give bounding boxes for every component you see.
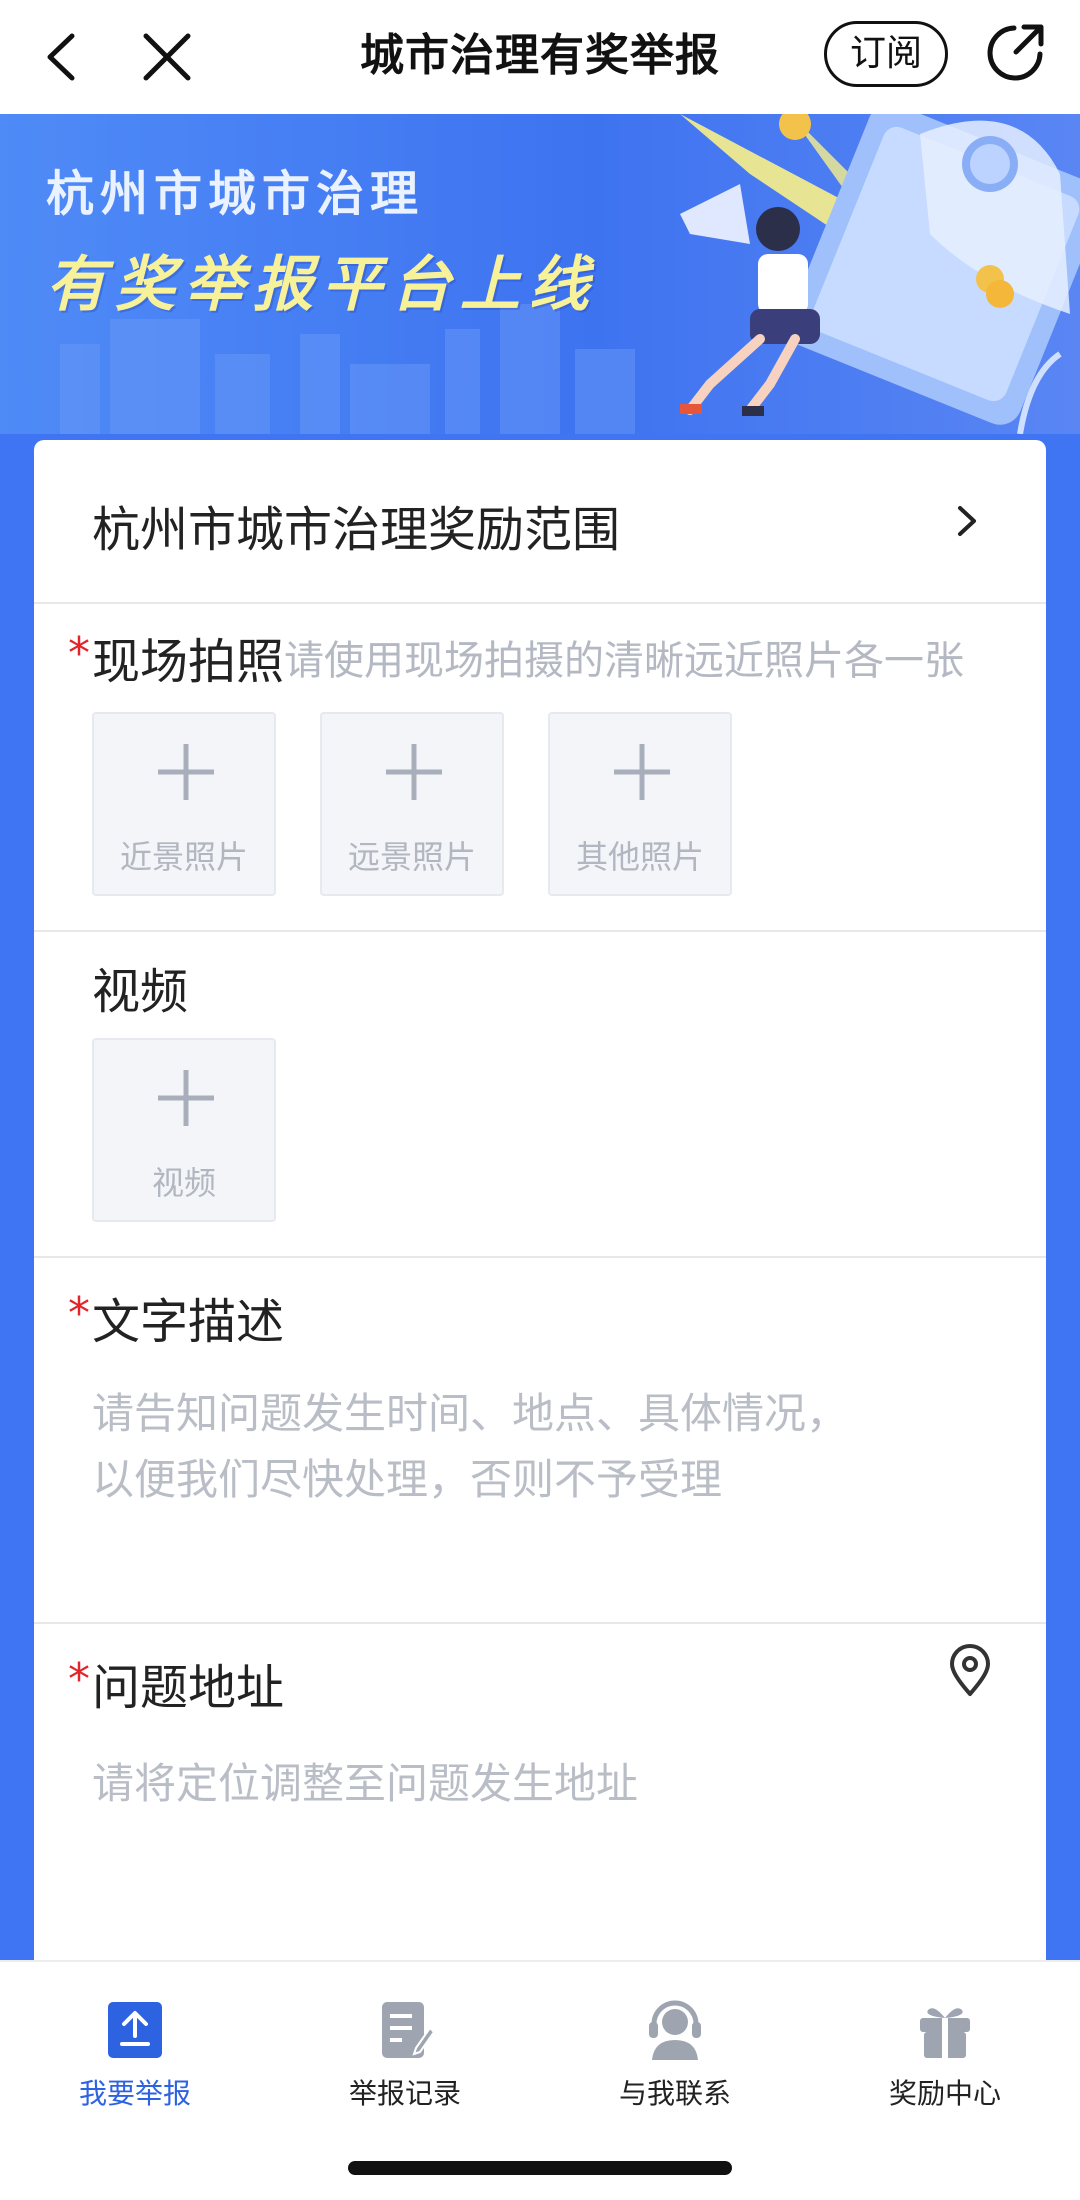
required-mark: * [68,1654,90,1705]
video-section: 视频 视频 [34,932,1046,1258]
upload-label: 远景照片 [347,838,476,876]
share-icon [987,24,1044,81]
banner-headline: 杭州市城市治理 [46,166,425,222]
close-icon [143,33,191,81]
location-pin-icon[interactable] [946,1644,994,1698]
close-button[interactable] [132,22,202,92]
reward-scope-label: 杭州市城市治理奖励范围 [92,502,621,558]
address-placeholder: 请将定位调整至问题发生地址 [92,1759,639,1808]
tab-contact[interactable]: 与我联系 [540,1976,810,2126]
headset-icon [649,2000,701,2060]
subscribe-button[interactable]: 订阅 [824,21,948,87]
upload-distant-photo[interactable]: 远景照片 [320,712,504,896]
upload-icon [108,2002,162,2058]
tab-label: 我要举报 [78,2077,191,2110]
required-mark: * [68,628,90,679]
plus-icon [158,1070,214,1126]
reward-scope-row[interactable]: 杭州市城市治理奖励范围 [34,440,1046,604]
upload-video[interactable]: 视频 [92,1038,276,1222]
address-section[interactable]: * 问题地址 请将定位调整至问题发生地址 [34,1624,1046,1960]
description-placeholder-line1: 请告知问题发生时间、地点、具体情况， [92,1389,849,1438]
upload-other-photo[interactable]: 其他照片 [548,712,732,896]
photo-section: * 现场拍照 请使用现场拍摄的清晰远近照片各一张 近景照片 远景照片 其他照片 [34,604,1046,932]
photo-hint: 请使用现场拍摄的清晰远近照片各一张 [284,638,964,684]
document-icon [382,2002,434,2058]
home-indicator [348,2161,732,2175]
address-title: 问题地址 [92,1660,285,1716]
tab-label: 与我联系 [618,2077,731,2110]
required-mark: * [68,1288,90,1339]
upload-label: 其他照片 [575,838,704,876]
upload-label: 视频 [151,1164,216,1202]
chevron-right-icon [958,506,976,536]
share-button[interactable] [980,18,1050,88]
promo-banner[interactable]: 杭州市城市治理 有奖举报平台上线 [0,114,1080,434]
tab-report[interactable]: 我要举报 [0,1976,270,2126]
report-form-card: 杭州市城市治理奖励范围 * 现场拍照 请使用现场拍摄的清晰远近照片各一张 近景照… [34,440,1046,1960]
page: 城市治理有奖举报 订阅 杭州市城市治理 有奖举报平台上线 杭州市城市治理奖励范围… [0,0,1080,2200]
video-title: 视频 [92,964,189,1020]
plus-icon [158,744,214,800]
photo-title: 现场拍照 [92,634,285,690]
plus-icon [614,744,670,800]
gift-icon [920,2008,970,2058]
upload-label: 近景照片 [119,838,248,876]
page-title: 城市治理有奖举报 [360,30,720,81]
tab-label: 举报记录 [348,2077,461,2110]
banner-subheadline: 有奖举报平台上线 [46,250,598,320]
description-section[interactable]: * 文字描述 请告知问题发生时间、地点、具体情况， 以便我们尽快处理，否则不予受… [34,1258,1046,1624]
tab-rewards[interactable]: 奖励中心 [810,1976,1080,2126]
tab-records[interactable]: 举报记录 [270,1976,540,2126]
chevron-left-icon [47,33,75,81]
plus-icon [386,744,442,800]
back-button[interactable] [28,22,98,92]
description-title: 文字描述 [92,1294,285,1350]
description-placeholder-line2: 以便我们尽快处理，否则不予受理 [92,1455,723,1504]
megaphone-illustration [680,114,1080,434]
upload-closeup-photo[interactable]: 近景照片 [92,712,276,896]
tab-label: 奖励中心 [888,2077,1001,2110]
top-nav: 城市治理有奖举报 订阅 [0,0,1080,114]
